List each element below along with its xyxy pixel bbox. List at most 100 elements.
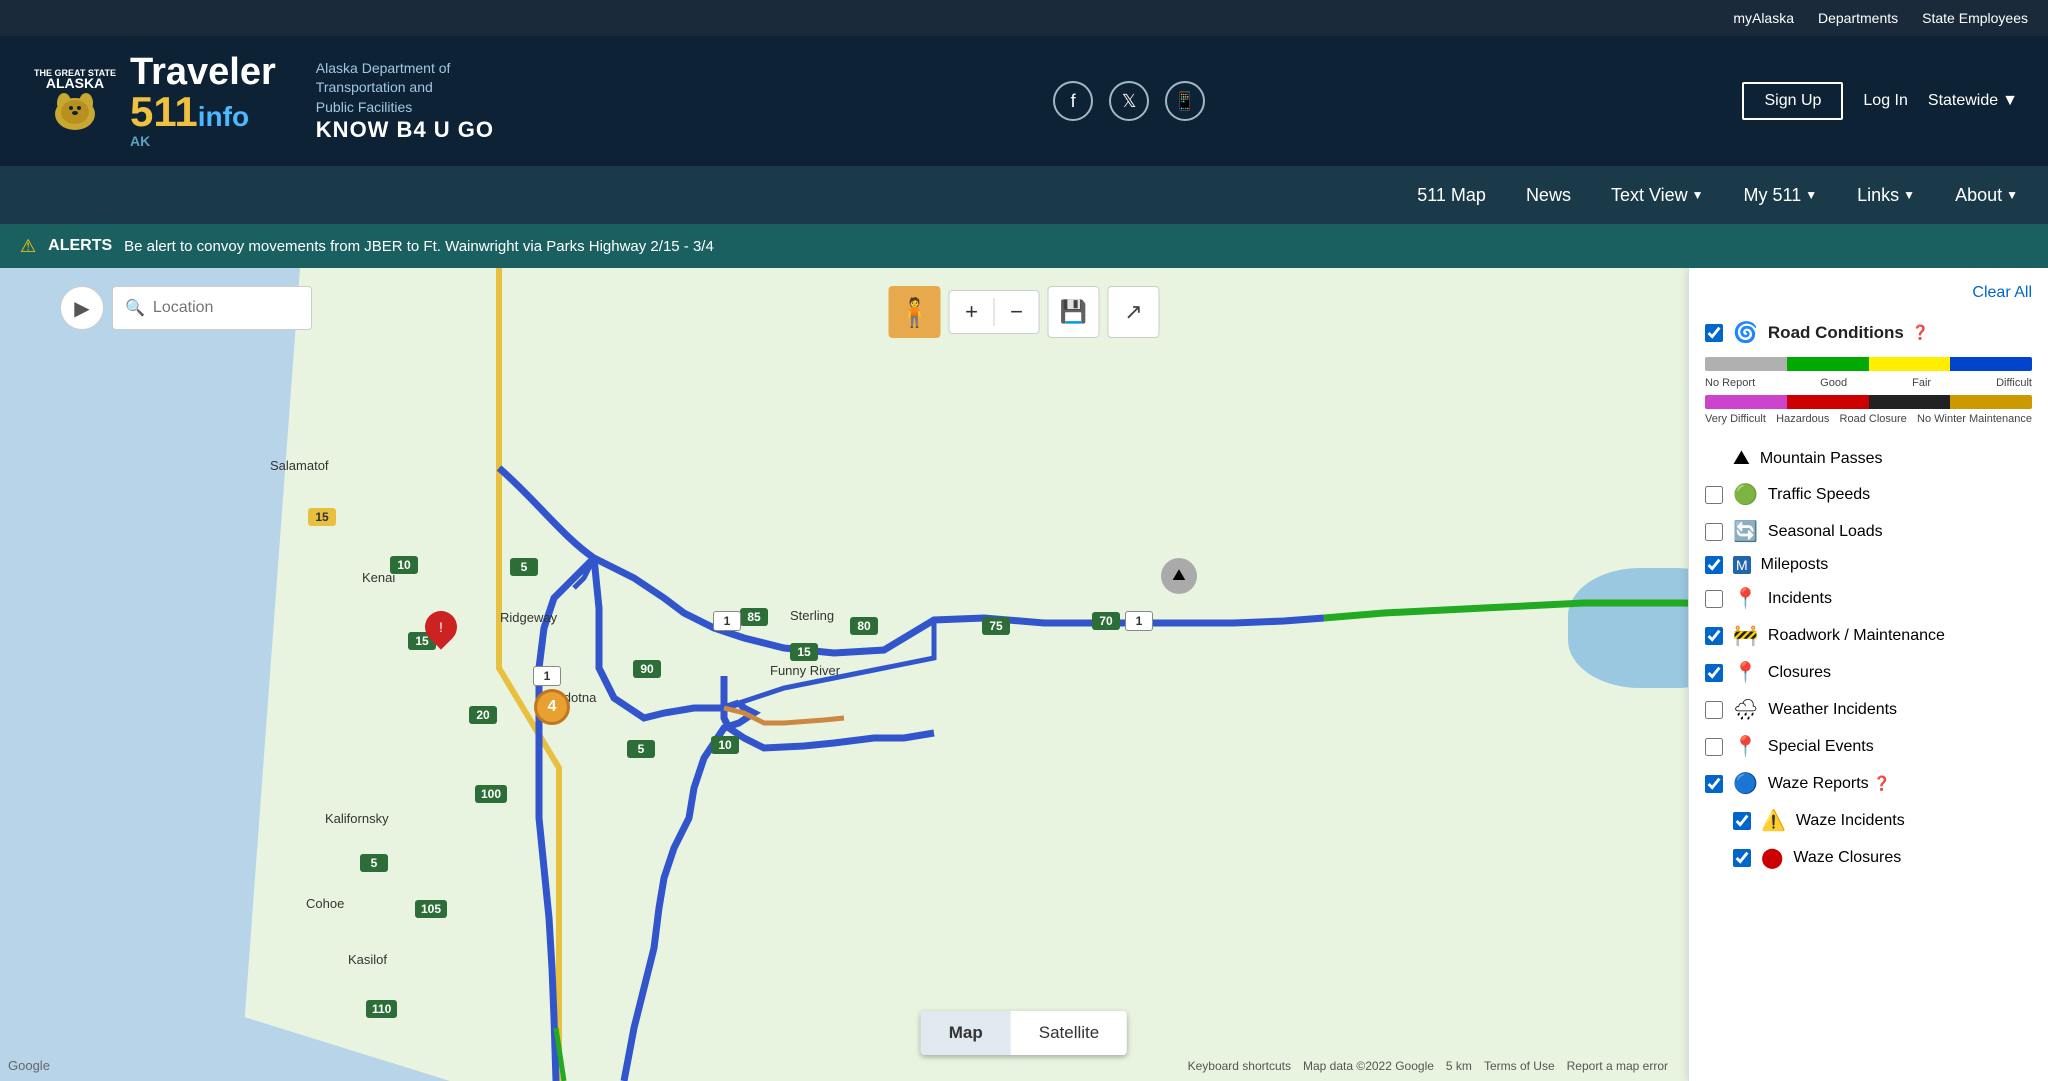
nav-textview[interactable]: Text View ▼ bbox=[1611, 185, 1704, 206]
closures-label: Closures bbox=[1768, 664, 1831, 682]
sign-up-button[interactable]: Sign Up bbox=[1742, 82, 1843, 120]
map-type-buttons: Map Satellite bbox=[921, 1011, 1127, 1055]
roadwork-checkbox[interactable] bbox=[1705, 627, 1723, 645]
search-input[interactable] bbox=[153, 299, 299, 317]
nav-links[interactable]: Links ▼ bbox=[1857, 185, 1915, 206]
waze-incidents-checkbox[interactable] bbox=[1733, 812, 1751, 830]
mountain-passes-label: Mountain Passes bbox=[1760, 450, 1883, 468]
road-conditions-section: 🌀 Road Conditions ❓ No Report Good Fair … bbox=[1705, 314, 2032, 425]
nav-511map[interactable]: 511 Map bbox=[1417, 185, 1486, 206]
keyboard-shortcuts[interactable]: Keyboard shortcuts bbox=[1188, 1059, 1291, 1073]
rc-fair bbox=[1869, 357, 1951, 371]
rc-labels1: No Report Good Fair Difficult bbox=[1705, 377, 2032, 389]
top-nav-myalaska[interactable]: myAlaska bbox=[1733, 10, 1794, 26]
logo-box: THE GREAT STATE ALASKA Traveler bbox=[30, 53, 276, 149]
hw-badge-1-east: 1 bbox=[1125, 611, 1153, 631]
report-map-error[interactable]: Report a map error bbox=[1567, 1059, 1668, 1073]
twitter-icon[interactable]: 𝕏 bbox=[1109, 81, 1149, 121]
waze-closures-icon: ⬤ bbox=[1761, 845, 1783, 870]
mileposts-row: M Mileposts bbox=[1705, 550, 2032, 580]
road-conditions-bar2 bbox=[1705, 395, 2032, 409]
road-conditions-bar1 bbox=[1705, 357, 2032, 371]
waze-reports-checkbox[interactable] bbox=[1705, 775, 1723, 793]
hw-badge-5: 5 bbox=[510, 558, 538, 576]
weather-incidents-checkbox[interactable] bbox=[1705, 701, 1723, 719]
incidents-checkbox[interactable] bbox=[1705, 590, 1723, 608]
nav-about[interactable]: About ▼ bbox=[1955, 185, 2018, 206]
zoom-out-button[interactable]: − bbox=[995, 290, 1039, 334]
alert-label: ALERTS bbox=[48, 237, 112, 255]
traffic-speeds-icon: 🟢 bbox=[1733, 482, 1758, 507]
statewide-dropdown[interactable]: Statewide ▼ bbox=[1928, 92, 2018, 110]
mobile-icon[interactable]: 📱 bbox=[1165, 81, 1205, 121]
my511-chevron: ▼ bbox=[1805, 188, 1817, 202]
closures-checkbox[interactable] bbox=[1705, 664, 1723, 682]
special-events-row: 📍 Special Events bbox=[1705, 728, 2032, 765]
terms-of-use[interactable]: Terms of Use bbox=[1484, 1059, 1555, 1073]
hw-badge-15-north: 15 bbox=[308, 508, 336, 526]
facebook-icon[interactable]: f bbox=[1053, 81, 1093, 121]
zoom-in-button[interactable]: + bbox=[950, 290, 994, 334]
hw-badge-1-white: 1 bbox=[713, 611, 741, 631]
map-back-button[interactable]: ▶ bbox=[60, 286, 104, 330]
waze-reports-info[interactable]: ❓ bbox=[1873, 775, 1890, 791]
rc-label-difficult: Difficult bbox=[1996, 377, 2032, 389]
save-map-button[interactable]: 💾 bbox=[1048, 286, 1100, 338]
traffic-speeds-checkbox[interactable] bbox=[1705, 486, 1723, 504]
rc-label-fair: Fair bbox=[1912, 377, 1931, 389]
hw-badge-10-kenai: 10 bbox=[390, 556, 418, 574]
header-right: Sign Up Log In Statewide ▼ bbox=[1742, 82, 2018, 120]
login-link[interactable]: Log In bbox=[1863, 92, 1907, 110]
special-events-checkbox[interactable] bbox=[1705, 738, 1723, 756]
waze-closures-checkbox[interactable] bbox=[1733, 849, 1751, 867]
search-icon: 🔍 bbox=[125, 298, 145, 318]
main-nav: 511 Map News Text View ▼ My 511 ▼ Links … bbox=[0, 166, 2048, 224]
hw-badge-10-east: 10 bbox=[711, 736, 739, 754]
alert-message: Be alert to convoy movements from JBER t… bbox=[124, 238, 714, 255]
map-button[interactable]: Map bbox=[921, 1011, 1011, 1055]
about-chevron: ▼ bbox=[2006, 188, 2018, 202]
hw-badge-75: 75 bbox=[982, 617, 1010, 635]
rc-difficult bbox=[1950, 357, 2032, 371]
map-credits: Keyboard shortcuts Map data ©2022 Google… bbox=[1188, 1059, 1668, 1073]
waze-closures-row: ⬤ Waze Closures bbox=[1705, 839, 2032, 876]
mountain-passes-row: ⛰ Mountain Passes bbox=[1705, 441, 2032, 476]
rc-label-no-report: No Report bbox=[1705, 377, 1755, 389]
scale: 5 km bbox=[1446, 1059, 1472, 1073]
textview-chevron: ▼ bbox=[1692, 188, 1704, 202]
clear-all-button[interactable]: Clear All bbox=[1705, 284, 2032, 302]
top-nav-state-employees[interactable]: State Employees bbox=[1922, 10, 2028, 26]
share-map-button[interactable]: ↗ bbox=[1108, 286, 1160, 338]
mileposts-checkbox[interactable] bbox=[1705, 556, 1723, 574]
weather-incidents-row: 🌧 Weather Incidents bbox=[1705, 691, 2032, 728]
person-button[interactable]: 🧍 bbox=[889, 286, 941, 338]
alert-bar: ⚠ ALERTS Be alert to convoy movements fr… bbox=[0, 224, 2048, 268]
map-container[interactable]: Salamatof Kenai Ridgeway Sterling Funny … bbox=[0, 268, 2048, 1081]
hw-badge-1-soldotna: 1 bbox=[533, 666, 561, 686]
rc-very-difficult bbox=[1705, 395, 1787, 409]
rc-label-very-difficult: Very Difficult bbox=[1705, 413, 1766, 425]
hw-badge-5-south: 5 bbox=[627, 740, 655, 758]
waze-incidents-icon: ⚠️ bbox=[1761, 808, 1786, 833]
satellite-button[interactable]: Satellite bbox=[1011, 1011, 1127, 1055]
nav-news[interactable]: News bbox=[1526, 185, 1571, 206]
rc-no-report bbox=[1705, 357, 1787, 371]
top-nav-departments[interactable]: Departments bbox=[1818, 10, 1898, 26]
seasonal-loads-checkbox[interactable] bbox=[1705, 523, 1723, 541]
search-box: 🔍 bbox=[112, 286, 312, 330]
road-conditions-info[interactable]: ❓ bbox=[1912, 324, 1929, 341]
map-data: Map data ©2022 Google bbox=[1303, 1059, 1434, 1073]
roadwork-label: Roadwork / Maintenance bbox=[1768, 627, 1945, 645]
mileposts-icon: M bbox=[1733, 556, 1751, 574]
seasonal-loads-label: Seasonal Loads bbox=[1768, 523, 1883, 541]
nav-my511[interactable]: My 511 ▼ bbox=[1744, 185, 1818, 206]
tagline: KNOW B4 U GO bbox=[316, 117, 516, 143]
mountain-pass-marker[interactable]: ⛰ bbox=[1161, 558, 1197, 594]
alaska-logo: THE GREAT STATE ALASKA bbox=[30, 56, 120, 146]
cluster-marker-4[interactable]: 4 bbox=[534, 689, 570, 725]
header-left: THE GREAT STATE ALASKA Traveler bbox=[30, 53, 516, 149]
road-conditions-checkbox[interactable] bbox=[1705, 324, 1723, 342]
road-conditions-label: Road Conditions ❓ bbox=[1768, 323, 1929, 343]
rc-label-road-closure: Road Closure bbox=[1840, 413, 1907, 425]
incidents-icon: 📍 bbox=[1733, 586, 1758, 611]
